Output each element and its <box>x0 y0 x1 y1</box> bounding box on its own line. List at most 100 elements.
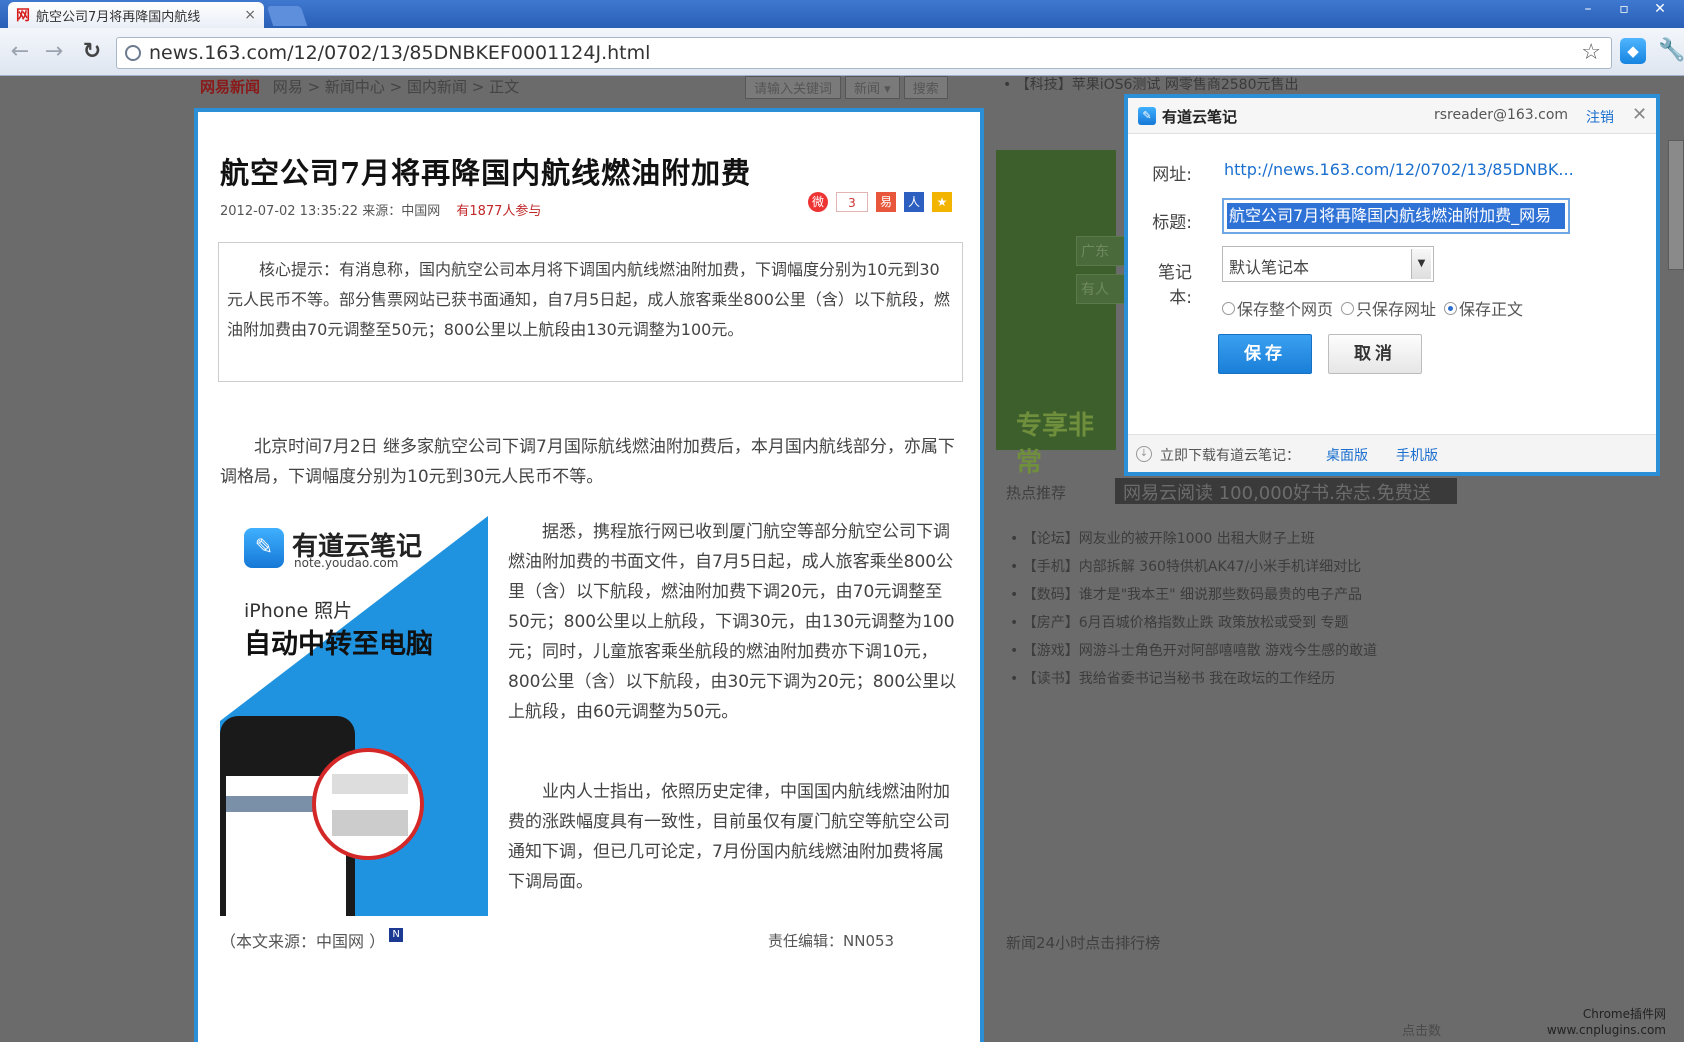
youdao-ad-image[interactable]: ✎ 有道云笔记 note.youdao.com iPhone 照片 自动中转至电… <box>220 516 488 916</box>
bookmark-star-icon[interactable]: ☆ <box>1581 40 1601 65</box>
youdao-note-logo-icon: ✎ <box>1138 107 1156 125</box>
netease-n-icon: N <box>389 928 404 942</box>
watermark-line: www.cnplugins.com <box>1546 1023 1666 1037</box>
save-button[interactable]: 保存 <box>1218 334 1312 374</box>
article-clip-region: 航空公司7月将再降国内航线燃油附加费 2012-07-02 13:35:22 来… <box>194 108 984 1042</box>
close-window-button[interactable]: ✕ <box>1642 0 1678 20</box>
radio-dot-selected-icon[interactable] <box>1444 301 1458 315</box>
watermark-line: Chrome插件网 <box>1582 1007 1666 1021</box>
download-prompt: 立即下载有道云笔记： <box>1160 448 1300 464</box>
address-bar[interactable]: news.163.com/12/0702/13/85DNBKEF0001124J… <box>116 37 1612 69</box>
article-paragraph: 北京时间7月2日 继多家航空公司下调7月国际航线燃油附加费后，本月国内航线部分，… <box>220 437 955 487</box>
article-paragraph: 据悉，携程旅行网已收到厦门航空等部分航空公司下调燃油附加费的书面文件，自7月5日… <box>508 522 957 722</box>
qzone-share-icon[interactable]: ★ <box>932 192 952 212</box>
user-email: rsreader@163.com <box>1434 107 1569 123</box>
radio-dot-icon[interactable] <box>1222 301 1235 315</box>
url-text[interactable]: news.163.com/12/0702/13/85DNBKEF0001124J… <box>149 42 650 64</box>
article-summary: 核心提示：有消息称，国内航空公司本月将下调国内航线燃油附加费，下调幅度分别为10… <box>218 242 963 382</box>
hot-recommend-title: 热点推荐 <box>1006 484 1067 502</box>
breadcrumb-path: 网易 > 新闻中心 > 国内新闻 > 正文 <box>272 78 520 96</box>
renren-share-icon[interactable]: 人 <box>904 192 924 212</box>
list-item: • 【房产】6月百城价格指数止跌 政策放松或受到 专题 <box>1010 615 1349 631</box>
radio-save-body[interactable]: 保存正文 <box>1444 296 1523 320</box>
page-scrollbar[interactable] <box>1668 140 1684 270</box>
radio-label: 保存整个网页 <box>1237 300 1334 319</box>
green-ad-text: 专享非常 <box>1016 411 1095 478</box>
new-tab-button[interactable] <box>266 6 308 26</box>
radio-save-full-page[interactable]: 保存整个网页 <box>1222 296 1333 320</box>
bubble-row <box>332 774 408 794</box>
breadcrumb: 网易新闻 网易 > 新闻中心 > 国内新闻 > 正文 <box>200 76 519 97</box>
site-search-input: 请输入关键词 <box>745 76 842 99</box>
source-text: （本文来源：中国网 ） <box>220 932 386 951</box>
netease-share-icon[interactable]: 易 <box>876 192 896 212</box>
restore-button[interactable]: ▫ <box>1606 0 1642 20</box>
youdao-clipper-popup: ✎ 有道云笔记 rsreader@163.com 注销 ✕ 网址: http:/… <box>1124 94 1660 476</box>
netease-news-logo: 网易新闻 <box>200 78 261 96</box>
hot-list: • 【论坛】网友业的被开除1000 出租大财子上班 • 【手机】内部拆解 360… <box>1010 528 1377 696</box>
responsible-editor: 责任编辑：NN053 <box>768 932 895 950</box>
tab-title: 航空公司7月将再降国内航线 <box>36 9 201 25</box>
notebook-selected-value: 默认笔记本 <box>1229 258 1310 277</box>
minimize-button[interactable]: – <box>1570 0 1606 20</box>
window-controls: – ▫ ✕ <box>1570 0 1678 20</box>
ad-headline: 自动中转至电脑 <box>244 629 433 660</box>
green-ad-panel: 广东 有人 专享非常 <box>996 150 1136 478</box>
list-item: • 【数码】谁才是"我本王" 细说那些数码最贵的电子产品 <box>1010 587 1363 603</box>
participants-link[interactable]: 有1877人参与 <box>456 204 541 219</box>
list-item: • 【论坛】网友业的被开除1000 出租大财子上班 <box>1010 531 1315 547</box>
page-info-icon[interactable] <box>125 45 141 61</box>
netease-favicon-icon: 网 <box>16 8 30 24</box>
forward-arrow-icon[interactable]: → <box>40 38 68 66</box>
close-tab-icon[interactable]: × <box>244 7 256 23</box>
popup-header: ✎ 有道云笔记 rsreader@163.com 注销 ✕ <box>1128 98 1656 134</box>
youdao-logo-icon: ✎ <box>244 528 284 568</box>
bubble-row <box>332 810 408 836</box>
url-link[interactable]: http://news.163.com/12/0702/13/85DNBK... <box>1224 160 1574 179</box>
article-paragraph: 业内人士指出，依照历史定律，中国国内航线燃油附加费的涨跌幅度具有一致性，目前虽仅… <box>508 782 950 892</box>
title-bar: 网 航空公司7月将再降国内航线 × – ▫ ✕ <box>0 0 1684 28</box>
url-label: 网址: <box>1152 165 1192 185</box>
share-icons: 微 3 易 人 ★ <box>808 192 952 212</box>
top-news-item: • 【科技】苹果iOS6测试 网零售商2580元售出 <box>1003 77 1299 93</box>
rank-footer: 点击数 <box>1402 1024 1442 1039</box>
ad-subtitle: iPhone 照片 <box>244 600 353 622</box>
logout-link[interactable]: 注销 <box>1586 107 1614 127</box>
article-date-source: 2012-07-02 13:35:22 来源：中国网 <box>220 204 441 219</box>
reload-icon[interactable]: ↻ <box>78 38 106 66</box>
close-icon[interactable]: ✕ <box>1632 104 1647 125</box>
radio-dot-icon[interactable] <box>1341 301 1355 315</box>
title-field-selected-text[interactable]: 航空公司7月将再降国内航线燃油附加费_网易 <box>1227 203 1565 229</box>
list-item: • 【读书】我给省委书记当秘书 我在政坛的工作经历 <box>1010 671 1336 687</box>
browser-tab[interactable]: 网 航空公司7月将再降国内航线 × <box>8 2 264 28</box>
site-search-button: 搜索 <box>903 76 948 99</box>
back-arrow-icon[interactable]: ← <box>6 38 34 66</box>
rank-title: 新闻24小时点击排行榜 <box>1006 934 1161 952</box>
ad-domain: note.youdao.com <box>294 556 399 570</box>
notebook-select[interactable]: 默认笔记本 ▼ <box>1222 246 1434 282</box>
list-item: • 【手机】内部拆解 360特供机AK47/小米手机详细对比 <box>1010 559 1362 575</box>
wrench-menu-icon[interactable]: 🔧 <box>1658 38 1684 63</box>
cloud-reading-banner: 网易云阅读 100,000好书.杂志.免费送 <box>1115 478 1457 504</box>
site-search: 请输入关键词 新闻 ▾ 搜索 <box>745 76 948 99</box>
title-field[interactable]: 航空公司7月将再降国内航线燃油附加费_网易 <box>1222 198 1570 234</box>
youdao-extension-icon[interactable]: ◆ <box>1620 38 1646 64</box>
popup-footer: ↓ 立即下载有道云笔记： 桌面版 手机版 <box>1128 434 1656 472</box>
site-watermark: Chrome插件网 www.cnplugins.com <box>1547 1006 1666 1038</box>
article-source: （本文来源：中国网 ） N <box>220 928 404 952</box>
chevron-down-icon[interactable]: ▼ <box>1411 249 1431 279</box>
browser-toolbar: ← → ↻ news.163.com/12/0702/13/85DNBKEF00… <box>0 28 1684 76</box>
popup-title: 有道云笔记 <box>1162 108 1238 126</box>
desktop-version-link[interactable]: 桌面版 <box>1326 445 1368 465</box>
radio-label: 只保存网址 <box>1356 300 1437 319</box>
download-icon: ↓ <box>1136 446 1152 462</box>
radio-save-url-only[interactable]: 只保存网址 <box>1341 296 1436 320</box>
notebook-label: 笔记本: <box>1158 263 1192 308</box>
radio-label: 保存正文 <box>1459 300 1524 319</box>
site-search-scope: 新闻 ▾ <box>845 76 900 99</box>
article-title: 航空公司7月将再降国内航线燃油附加费 <box>220 156 752 190</box>
weibo-share-icon[interactable]: 微 <box>808 192 828 212</box>
mobile-version-link[interactable]: 手机版 <box>1396 445 1438 465</box>
save-mode-radios: 保存整个网页 只保存网址 保存正文 <box>1222 296 1523 320</box>
cancel-button[interactable]: 取消 <box>1328 334 1422 374</box>
